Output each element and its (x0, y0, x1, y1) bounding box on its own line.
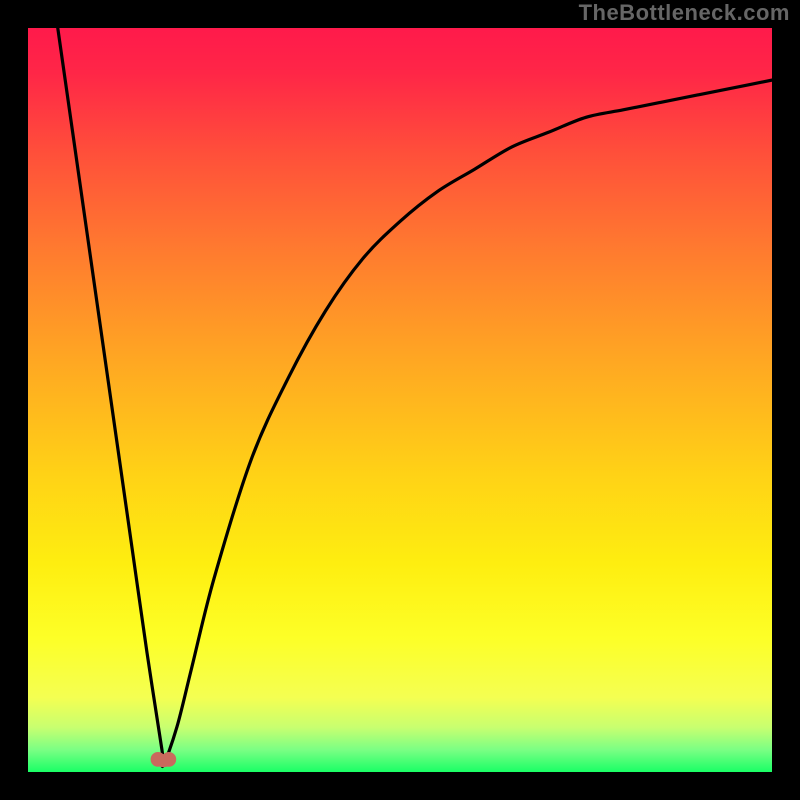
chart-frame: TheBottleneck.com (0, 0, 800, 800)
gradient-background (28, 28, 772, 772)
plot-svg (28, 28, 772, 772)
plot-area (28, 28, 772, 772)
watermark-text: TheBottleneck.com (579, 0, 790, 26)
